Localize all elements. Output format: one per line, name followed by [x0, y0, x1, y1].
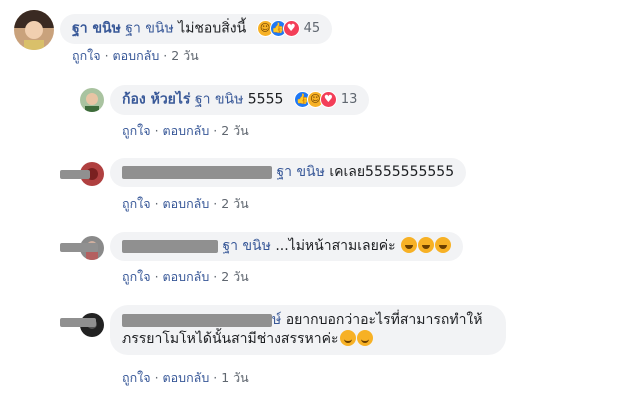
profile-photo-icon [80, 88, 104, 112]
laughing-emoji-icon [435, 237, 452, 253]
comment-text-line-2: ภรรยาโมโหได้นั้นสามีช่างสรรหาค่ะ [122, 331, 339, 347]
timestamp[interactable]: 2 วัน [221, 269, 249, 284]
avatar[interactable] [80, 88, 104, 112]
mentioned-user[interactable]: ษ์ [272, 312, 281, 328]
comment-text: เคเลย5555555555 [329, 164, 455, 180]
separator: · [154, 123, 159, 138]
reaction-count: 45 [303, 21, 321, 36]
comment-text: ...ไม่หน้าสามเลยค่ะ [275, 238, 396, 254]
like-button[interactable]: ถูกใจ [122, 123, 151, 138]
comment-actions: ถูกใจ · ตอบกลับ · 2 วัน [122, 267, 249, 287]
reply-button[interactable]: ตอบกลับ [163, 269, 210, 284]
separator: · [163, 48, 168, 63]
like-button[interactable]: ถูกใจ [122, 370, 151, 385]
comment-author[interactable]: ฐา ขนิษ [72, 21, 121, 37]
reaction-count: 13 [340, 92, 358, 107]
comment-bubble: ก้อง ห้วยไร่ ฐา ขนิษ 5555 👍 ☺ ♥ 13 [110, 85, 370, 115]
separator: · [154, 370, 159, 385]
reply-button[interactable]: ตอบกลับ [163, 196, 210, 211]
love-reaction-icon: ♥ [282, 20, 300, 37]
redacted-author-name [122, 165, 272, 179]
separator: · [213, 269, 218, 284]
comment-text: ไม่ชอบสิ่งนี้ [178, 20, 247, 37]
separator: · [213, 196, 218, 211]
reaction-summary[interactable]: ☺ 👍 ♥ 45 [256, 19, 321, 38]
timestamp[interactable]: 2 วัน [221, 123, 249, 138]
redacted-author-name [122, 313, 272, 327]
avatar[interactable] [14, 10, 54, 50]
separator: · [213, 370, 218, 385]
comment-text: 5555 [247, 91, 284, 108]
redacted-bar [60, 243, 98, 252]
reaction-summary[interactable]: 👍 ☺ ♥ 13 [293, 90, 358, 109]
mentioned-user[interactable]: ฐา ขนิษ [222, 238, 270, 254]
mentioned-user[interactable]: ฐา ขนิษ [125, 21, 173, 37]
comment-text-line-1: อยากบอกว่าอะไรที่สามารถทำให้ [285, 312, 483, 328]
comment-bubble: ษ์ อยากบอกว่าอะไรที่สามารถทำให้ ภรรยาโมโ… [110, 305, 506, 355]
reply-button[interactable]: ตอบกลับ [113, 48, 160, 63]
separator: · [213, 123, 218, 138]
separator: · [154, 196, 159, 211]
mentioned-user[interactable]: ฐา ขนิษ [195, 92, 243, 108]
laughing-emoji-icon [401, 237, 418, 253]
comment-actions: ถูกใจ · ตอบกลับ · 2 วัน [72, 46, 199, 66]
timestamp[interactable]: 2 วัน [171, 48, 199, 63]
redacted-author-name [122, 239, 218, 253]
comment-actions: ถูกใจ · ตอบกลับ · 1 วัน [122, 368, 249, 388]
timestamp[interactable]: 2 วัน [221, 196, 249, 211]
like-button[interactable]: ถูกใจ [122, 269, 151, 284]
love-reaction-icon: ♥ [319, 91, 337, 108]
redacted-bar [60, 170, 90, 179]
comment-author[interactable]: ก้อง ห้วยไร่ [122, 92, 190, 108]
profile-photo-icon [14, 10, 54, 50]
timestamp[interactable]: 1 วัน [221, 370, 249, 385]
reply-button[interactable]: ตอบกลับ [163, 370, 210, 385]
smiling-emoji-icon [339, 330, 356, 346]
comment-actions: ถูกใจ · ตอบกลับ · 2 วัน [122, 121, 249, 141]
smiling-emoji-icon [356, 330, 373, 346]
like-button[interactable]: ถูกใจ [122, 196, 151, 211]
comment-bubble: ฐา ขนิษ ...ไม่หน้าสามเลยค่ะ [110, 232, 464, 261]
laughing-emoji-icon [418, 237, 435, 253]
reply-button[interactable]: ตอบกลับ [163, 123, 210, 138]
separator: · [104, 48, 109, 63]
comment-bubble: ฐา ขนิษ ฐา ขนิษ ไม่ชอบสิ่งนี้ ☺ 👍 ♥ 45 [60, 14, 333, 44]
redacted-bar [60, 318, 96, 327]
comment-bubble: ฐา ขนิษ เคเลย5555555555 [110, 158, 467, 187]
like-button[interactable]: ถูกใจ [72, 48, 101, 63]
comment-actions: ถูกใจ · ตอบกลับ · 2 วัน [122, 194, 249, 214]
mentioned-user[interactable]: ฐา ขนิษ [276, 164, 324, 180]
separator: · [154, 269, 159, 284]
